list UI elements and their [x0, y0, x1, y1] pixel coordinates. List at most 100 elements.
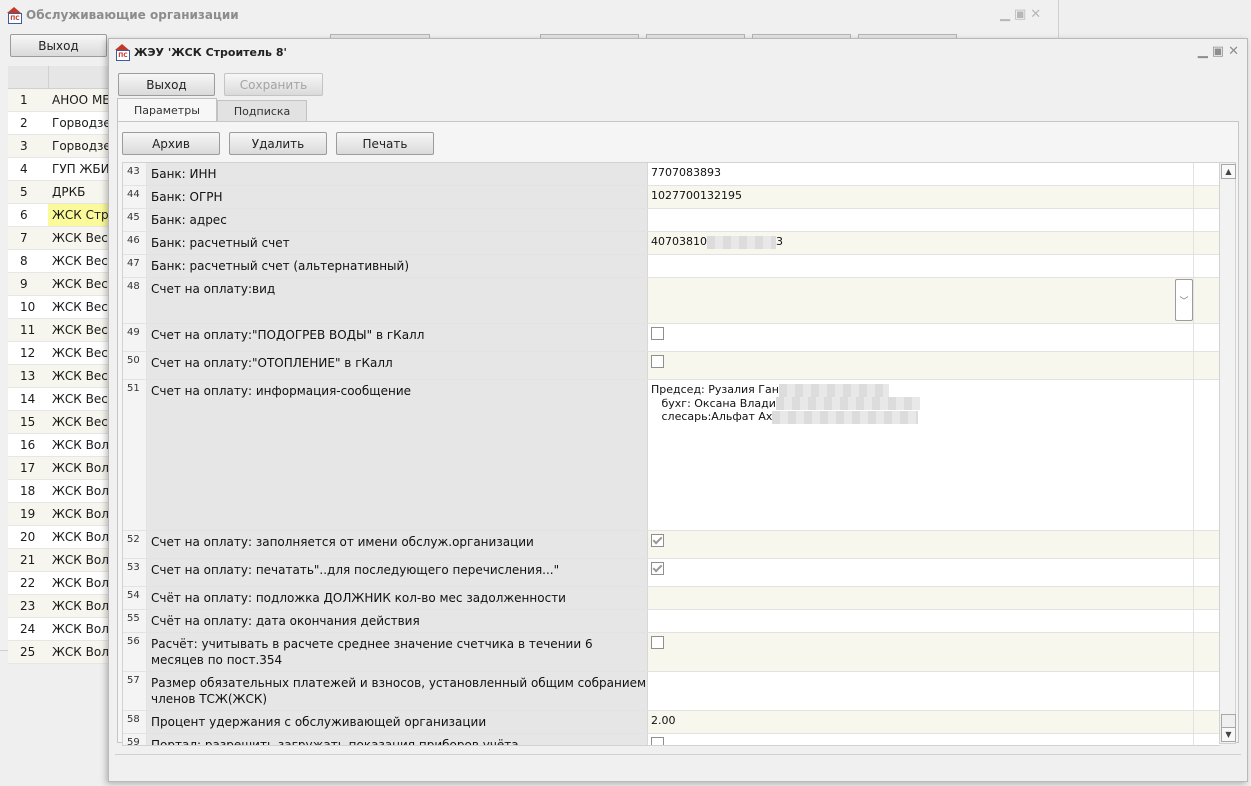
- chevron-down-icon[interactable]: ﹀: [1175, 279, 1193, 321]
- param-value-input[interactable]: [648, 209, 1194, 231]
- tab-parameters[interactable]: Параметры: [117, 98, 217, 121]
- table-row[interactable]: 1 АНОО МЕ: [8, 89, 108, 112]
- param-row-bank-ogrn[interactable]: 44 Банк: ОГРН 1027700132195: [123, 186, 1220, 209]
- row-number: 44: [123, 186, 147, 208]
- param-label: Счет на оплату: информация-сообщение: [147, 380, 648, 530]
- row-number: 14: [20, 392, 36, 406]
- param-row-average-meter[interactable]: 56 Расчёт: учитывать в расчете среднее з…: [123, 633, 1220, 672]
- param-value-input[interactable]: 2.00: [648, 711, 1194, 733]
- archive-button[interactable]: Архив: [122, 132, 220, 155]
- row-number: 54: [123, 587, 147, 609]
- row-number: 18: [20, 484, 36, 498]
- row-number: 58: [123, 711, 147, 733]
- invoice-type-select[interactable]: ﹀: [648, 278, 1194, 323]
- table-row[interactable]: 2 Горводзе: [8, 112, 108, 135]
- scroll-down-icon[interactable]: ▼: [1221, 727, 1236, 742]
- param-row-end-date[interactable]: 55 Счёт на оплату: дата окончания действ…: [123, 610, 1220, 633]
- param-label: Размер обязательных платежей и взносов, …: [147, 672, 648, 710]
- param-row-fill-from-org[interactable]: 52 Счет на оплату: заполняется от имени …: [123, 531, 1220, 559]
- param-row-debtor-months[interactable]: 54 Счёт на оплату: подложка ДОЛЖНИК кол-…: [123, 587, 1220, 610]
- table-row[interactable]: 18 ЖСК Волг: [8, 480, 108, 503]
- table-row[interactable]: 5 ДРКБ: [8, 181, 108, 204]
- row-number: 8: [20, 254, 28, 268]
- param-value-input[interactable]: [648, 587, 1194, 609]
- table-row[interactable]: 9 ЖСК Весн: [8, 273, 108, 296]
- param-row-invoice-type[interactable]: 48 Счет на оплату:вид ﹀: [123, 278, 1220, 324]
- table-row[interactable]: 4 ГУП ЖБИ: [8, 158, 108, 181]
- param-row-info-message[interactable]: 51 Счет на оплату: информация-сообщение …: [123, 380, 1220, 531]
- message-line: Председ: Рузалия Ган: [651, 383, 779, 396]
- param-row-mandatory-payments[interactable]: 57 Размер обязательных платежей и взносо…: [123, 672, 1220, 711]
- table-row[interactable]: 19 ЖСК Волг: [8, 503, 108, 526]
- table-row[interactable]: 8 ЖСК Весн: [8, 250, 108, 273]
- row-number: 16: [20, 438, 36, 452]
- param-value-input[interactable]: 1027700132195: [648, 186, 1194, 208]
- row-number: 6: [20, 208, 28, 222]
- table-row[interactable]: 15 ЖСК Весн: [8, 411, 108, 434]
- param-value-input[interactable]: 40703810 3: [648, 232, 1194, 254]
- maximize-icon[interactable]: ▣: [1212, 44, 1224, 59]
- table-row[interactable]: 14 ЖСК Весн: [8, 388, 108, 411]
- fill-from-org-checkbox[interactable]: [651, 534, 664, 547]
- table-row[interactable]: 20 ЖСК Волг: [8, 526, 108, 549]
- save-button[interactable]: Сохранить: [224, 73, 323, 96]
- organization-name: ЖСК Волг: [52, 622, 108, 636]
- close-icon[interactable]: ✕: [1228, 44, 1239, 59]
- row-number: 57: [123, 672, 147, 710]
- water-heating-checkbox[interactable]: [651, 327, 664, 340]
- param-row-portal-upload[interactable]: 59 Портал: разрешить загружать показания…: [123, 734, 1220, 745]
- close-icon[interactable]: ✕: [1030, 7, 1041, 22]
- average-meter-checkbox[interactable]: [651, 636, 664, 649]
- table-row[interactable]: 7 ЖСК Весн: [8, 227, 108, 250]
- maximize-icon[interactable]: ▣: [1014, 7, 1026, 22]
- table-row[interactable]: 23 ЖСК Волг: [8, 595, 108, 618]
- background-window-controls: ▁ ▣ ✕: [1000, 7, 1041, 22]
- row-number: 17: [20, 461, 36, 475]
- table-row[interactable]: 25 ЖСК Волг: [8, 641, 108, 664]
- param-row-print-transfer[interactable]: 53 Счет на оплату: печатать"..для послед…: [123, 559, 1220, 587]
- table-row[interactable]: 24 ЖСК Волг: [8, 618, 108, 641]
- param-row-bank-account-alt[interactable]: 47 Банк: расчетный счет (альтернативный): [123, 255, 1220, 278]
- grid-body: 1 АНОО МЕ 2 Горводзе 3 Горводзе 4 ГУП ЖБИ 5 ДРКБ 6…: [8, 89, 108, 664]
- param-row-bank-address[interactable]: 45 Банк: адрес: [123, 209, 1220, 232]
- param-value-input[interactable]: [648, 672, 1194, 710]
- table-row[interactable]: 13 ЖСК Весн: [8, 365, 108, 388]
- param-row-retention-percent[interactable]: 58 Процент удержания с обслуживающей орг…: [123, 711, 1220, 734]
- table-row[interactable]: 6 ЖСК Стр: [8, 204, 108, 227]
- param-row-water-heating[interactable]: 49 Счет на оплату:"ПОДОГРЕВ ВОДЫ" в гКал…: [123, 324, 1220, 352]
- heating-checkbox[interactable]: [651, 355, 664, 368]
- table-row[interactable]: 11 ЖСК Весн: [8, 319, 108, 342]
- param-row-bank-account[interactable]: 46 Банк: расчетный счет 40703810 3: [123, 232, 1220, 255]
- info-message-textarea[interactable]: Председ: Рузалия Ган бухг: Оксана Влади …: [648, 380, 1194, 530]
- minimize-icon[interactable]: ▁: [1198, 44, 1208, 59]
- param-row-bank-inn[interactable]: 43 Банк: ИНН 7707083893: [123, 163, 1220, 186]
- table-row[interactable]: 16 ЖСК Волг: [8, 434, 108, 457]
- exit-button[interactable]: Выход: [118, 73, 215, 96]
- param-label: Счет на оплату:"ОТОПЛЕНИЕ" в гКалл: [147, 352, 648, 379]
- print-button[interactable]: Печать: [336, 132, 434, 155]
- row-number: 12: [20, 346, 36, 360]
- table-row[interactable]: 17 ЖСК Волг: [8, 457, 108, 480]
- tab-subscription[interactable]: Подписка: [216, 100, 308, 121]
- param-row-heating[interactable]: 50 Счет на оплату:"ОТОПЛЕНИЕ" в гКалл: [123, 352, 1220, 380]
- param-value-input[interactable]: [648, 610, 1194, 632]
- table-row[interactable]: 22 ЖСК Волг: [8, 572, 108, 595]
- param-value-input[interactable]: 7707083893: [648, 163, 1194, 185]
- vertical-scrollbar[interactable]: ▲ ▼: [1219, 162, 1236, 744]
- table-row[interactable]: 21 ЖСК Волг: [8, 549, 108, 572]
- scroll-up-icon[interactable]: ▲: [1221, 164, 1236, 179]
- window-titlebar[interactable]: ПС ЖЭУ 'ЖСК Строитель 8': [109, 39, 1247, 65]
- delete-button[interactable]: Удалить: [229, 132, 327, 155]
- minimize-icon[interactable]: ▁: [1000, 7, 1010, 22]
- background-exit-button[interactable]: Выход: [10, 34, 107, 57]
- row-number: 46: [123, 232, 147, 254]
- table-row[interactable]: 10 ЖСК Весн: [8, 296, 108, 319]
- param-value-cell: [648, 734, 1194, 745]
- print-transfer-checkbox[interactable]: [651, 562, 664, 575]
- table-row[interactable]: 12 ЖСК Весн: [8, 342, 108, 365]
- organization-name: АНОО МЕ: [52, 93, 108, 107]
- portal-upload-checkbox[interactable]: [651, 737, 664, 745]
- row-number: 21: [20, 553, 36, 567]
- table-row[interactable]: 3 Горводзе: [8, 135, 108, 158]
- param-value-input[interactable]: [648, 255, 1194, 277]
